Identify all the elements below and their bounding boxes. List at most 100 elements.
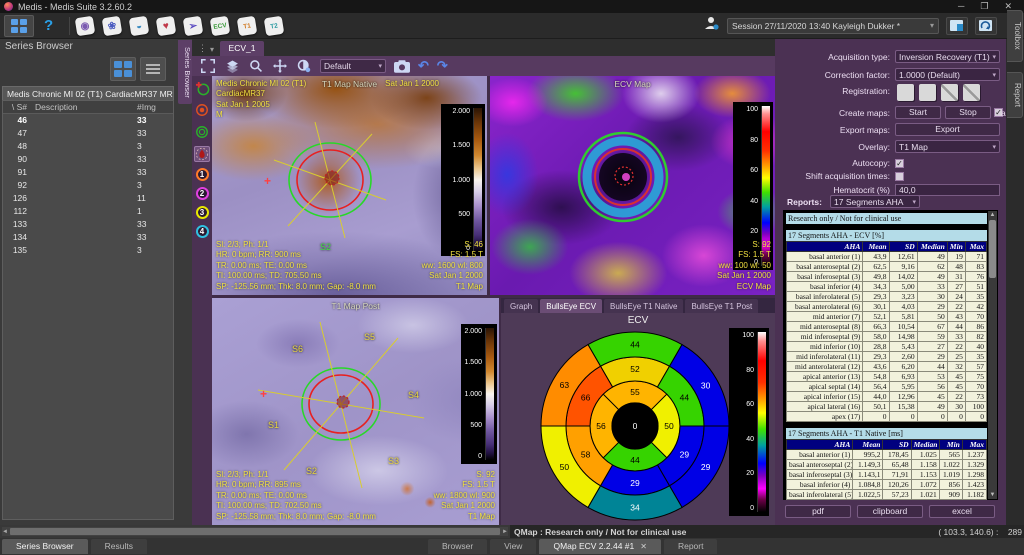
scroll-right-icon[interactable]: ►: [502, 529, 508, 535]
pdf-button[interactable]: pdf: [785, 505, 851, 518]
contour-set-2-button[interactable]: 2: [196, 187, 209, 200]
snapshot-camera-icon[interactable]: [394, 58, 410, 74]
report-row: basal anterolateral (6)30,14,03292242: [787, 302, 987, 312]
svg-text:44: 44: [630, 340, 640, 350]
patient-tab[interactable]: Medis Chronic MI 02 (T1) CardiacMR37 MR …: [2, 86, 174, 100]
contour-set-4-button[interactable]: 4: [196, 225, 209, 238]
list-view-button[interactable]: [140, 57, 166, 81]
series-row-90[interactable]: 9033: [3, 153, 173, 166]
tab-graph[interactable]: Graph: [504, 299, 538, 313]
horizontal-scrollbar[interactable]: ◄ ►: [2, 527, 508, 536]
series-row-134[interactable]: 13433: [3, 231, 173, 244]
acquisition-type-dropdown[interactable]: Inversion Recovery (T1) ▾: [895, 50, 1000, 63]
tab-report[interactable]: Report: [664, 539, 718, 554]
series-row-126[interactable]: 12611: [3, 192, 173, 205]
app-qflow-icon[interactable]: ❀: [102, 15, 123, 36]
series-browser-vertical-tab[interactable]: Series Browser: [178, 40, 192, 104]
scrollbar-thumb[interactable]: [10, 528, 500, 535]
registration-rigid-icon[interactable]: [941, 84, 958, 101]
toolbox-vertical-tab[interactable]: Toolbox: [1007, 10, 1023, 62]
contour-set-1-button[interactable]: 1: [196, 168, 209, 181]
stack-layers-icon[interactable]: [224, 58, 240, 74]
overlay-dropdown[interactable]: T1 Map ▾: [895, 140, 1000, 153]
scrollbar-thumb[interactable]: [989, 220, 996, 278]
registration-page-icon[interactable]: [919, 84, 936, 101]
clipboard-button[interactable]: clipboard: [857, 505, 923, 518]
bullseye-colorbar: 100806040200: [729, 328, 769, 516]
app-qmass-icon[interactable]: ◉: [75, 15, 96, 36]
roi-crosshair-icon[interactable]: [194, 80, 210, 96]
scroll-left-icon[interactable]: ◄: [2, 529, 8, 535]
window-level-icon[interactable]: [296, 58, 312, 74]
tab-results[interactable]: Results: [91, 539, 147, 554]
series-row-46[interactable]: 4633: [3, 114, 173, 127]
series-row-48[interactable]: 483: [3, 140, 173, 153]
minimize-button[interactable]: ─: [958, 1, 964, 12]
save-session-button[interactable]: [946, 17, 968, 35]
viewer-toolbar: Default ▾ ↶ ↷: [192, 56, 775, 76]
app-qstrain-icon[interactable]: ◒: [129, 15, 150, 36]
app-qmap-t1-icon[interactable]: T1: [237, 15, 258, 36]
tab-qmap-ecv[interactable]: QMap ECV 2.2.44 #1✕: [539, 539, 661, 554]
scroll-down-icon[interactable]: ▼: [988, 492, 997, 498]
series-row-47[interactable]: 4733: [3, 127, 173, 140]
magnifier-icon[interactable]: [248, 58, 264, 74]
session-dropdown[interactable]: Session 27/11/2020 13:40 Kayleigh Dukker…: [727, 18, 939, 34]
list-icon: [146, 62, 160, 76]
tab-ecv-1[interactable]: ECV_1: [220, 41, 264, 56]
browser-layout-button[interactable]: [4, 15, 34, 37]
column-description[interactable]: Description: [31, 101, 135, 113]
undo-icon[interactable]: ↶: [418, 58, 429, 74]
reports-dropdown[interactable]: 17 Segments AHA ▾: [830, 195, 920, 208]
app-qmap-ecv-icon[interactable]: ECV: [210, 15, 231, 36]
start-button[interactable]: Start: [895, 106, 941, 119]
close-icon[interactable]: ✕: [640, 542, 647, 551]
chevron-down-icon[interactable]: ▾: [210, 45, 214, 54]
app-qangio-icon[interactable]: ➢: [183, 15, 204, 36]
series-row-112[interactable]: 1121: [3, 205, 173, 218]
tab-bullseye-ecv[interactable]: BullsEye ECV: [540, 299, 602, 313]
tab-bullseye-t1-native[interactable]: BullsEye T1 Native: [604, 299, 683, 313]
series-row-133[interactable]: 13333: [3, 218, 173, 231]
report-vertical-tab[interactable]: Report: [1007, 72, 1023, 118]
fit-to-window-icon[interactable]: [200, 58, 216, 74]
shift-acquisition-checkbox[interactable]: [895, 172, 904, 181]
autocopy-checkbox[interactable]: ✓: [895, 159, 904, 168]
tab-browser[interactable]: Browser: [428, 539, 487, 554]
thumbnail-view-button[interactable]: [110, 57, 136, 81]
series-row-135[interactable]: 1353: [3, 244, 173, 257]
app-3d-heart-icon[interactable]: ♥: [156, 15, 177, 36]
help-button[interactable]: ?: [44, 17, 53, 34]
svg-text:30: 30: [701, 380, 711, 390]
tab-bullseye-t1-post[interactable]: BullsEye T1 Post: [685, 299, 758, 313]
pan-icon[interactable]: [272, 58, 288, 74]
tab-view[interactable]: View: [490, 539, 536, 554]
export-button[interactable]: Export: [895, 123, 1000, 136]
preset-dropdown[interactable]: Default ▾: [320, 59, 386, 73]
series-row-91[interactable]: 9133: [3, 166, 173, 179]
app-qmap-t2-icon[interactable]: T2: [264, 15, 285, 36]
viewport-t1-native[interactable]: + Medis Chronic MI 02 (T1)CardiacMR37Sat…: [212, 76, 487, 295]
viewer-menu-icon[interactable]: ⋮: [198, 43, 207, 54]
endo-contour-icon[interactable]: [194, 102, 210, 118]
column-series-number[interactable]: \ S#: [3, 101, 31, 113]
stop-button[interactable]: Stop: [945, 106, 991, 119]
registration-none-icon[interactable]: [897, 84, 914, 101]
scroll-up-icon[interactable]: ▲: [988, 212, 997, 218]
viewport-t1-post[interactable]: + T1 Map Post S1 S2 S3 S4 S5 S6 2.0001.5…: [212, 298, 499, 525]
blood-pool-tool-icon[interactable]: [194, 146, 210, 162]
bullseye-chart[interactable]: 555044565244292958664430293450630: [537, 328, 733, 525]
excel-button[interactable]: excel: [929, 505, 995, 518]
maximize-button[interactable]: ❐: [980, 1, 988, 12]
epi-contour-icon[interactable]: [194, 124, 210, 140]
session-reset-button[interactable]: [975, 17, 997, 35]
tab-series-browser[interactable]: Series Browser: [2, 539, 88, 554]
correction-factor-dropdown[interactable]: 1.0000 (Default) ▾: [895, 68, 1000, 81]
registration-nonrigid-icon[interactable]: [963, 84, 980, 101]
report-scrollbar[interactable]: ▲ ▼: [988, 211, 997, 499]
viewport-ecv-map[interactable]: ECV Map 100806040200 S: 92FS: 1.5 Tww: 1…: [490, 76, 775, 295]
contour-set-3-button[interactable]: 3: [196, 206, 209, 219]
series-row-92[interactable]: 923: [3, 179, 173, 192]
redo-icon[interactable]: ↷: [437, 58, 448, 74]
column-img-count[interactable]: #Img: [135, 101, 167, 113]
